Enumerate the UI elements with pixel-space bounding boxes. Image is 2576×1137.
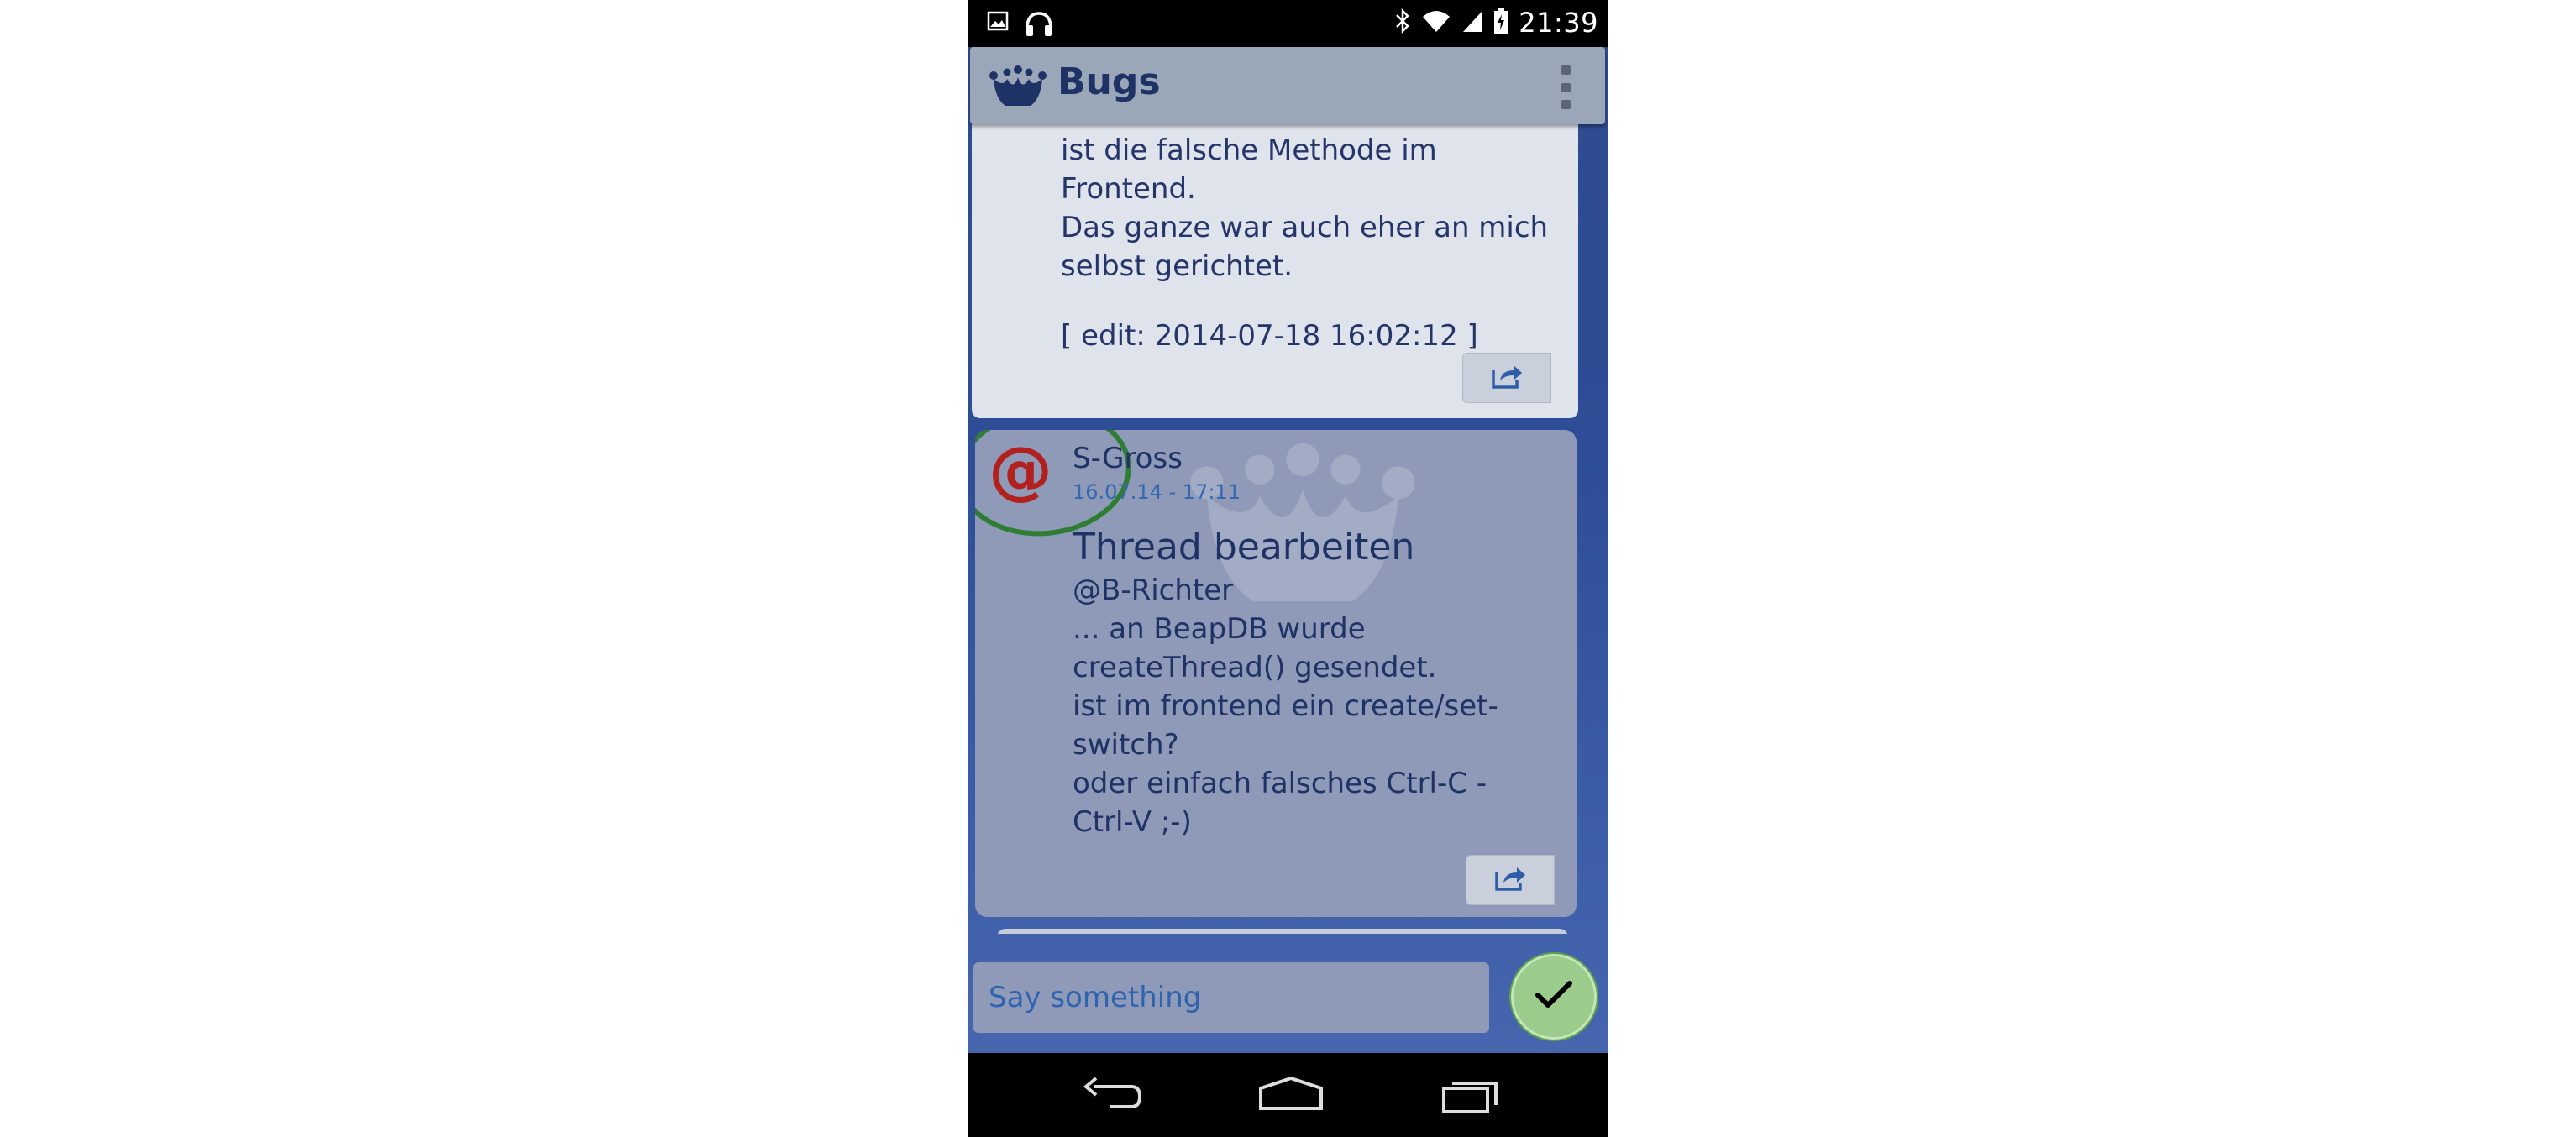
post-body-line: Das ganze war auch eher an mich (1061, 211, 1549, 244)
back-icon[interactable] (1081, 1075, 1145, 1119)
headphones-icon (1024, 10, 1054, 42)
post-body-line: @B-Richter (1073, 574, 1234, 607)
post-timestamp: 16.07.14 - 17:11 (1073, 480, 1241, 504)
composer (968, 934, 1608, 1053)
share-button[interactable] (1466, 855, 1555, 905)
share-icon (1488, 362, 1525, 394)
post-body-line: ist die falsche Methode im (1061, 134, 1437, 167)
post-author: S-Gross (1073, 442, 1183, 475)
home-icon[interactable] (1257, 1075, 1325, 1119)
post-body-line: switch? (1073, 728, 1179, 762)
post-body-line: ... an BeapDB wurde (1073, 612, 1366, 646)
image-icon (987, 10, 1009, 42)
post-card: ist die falsche Methode im Frontend. Das… (972, 124, 1578, 418)
message-input[interactable] (973, 962, 1489, 1033)
share-button[interactable] (1462, 353, 1551, 403)
app-title: Bugs (1057, 60, 1161, 103)
recents-icon[interactable] (1439, 1075, 1503, 1119)
action-bar: Bugs (970, 47, 1605, 124)
crown-icon[interactable] (989, 62, 1047, 113)
post-feed[interactable]: ist die falsche Methode im Frontend. Das… (968, 124, 1608, 934)
post-body: ist die falsche Methode im Frontend. Das… (1061, 131, 1548, 286)
post-body-line: Frontend. (1061, 172, 1196, 206)
post-title: Thread bearbeiten (1073, 526, 1415, 568)
post-body-line: ist im frontend ein create/set- (1073, 689, 1498, 723)
status-bar: 21:39 (968, 0, 1608, 47)
post-card: @ S-Gross 16.07.14 - 17:11 Thread bearbe… (975, 430, 1577, 917)
share-icon (1492, 864, 1529, 896)
post-body-line: oder einfach falsches Ctrl-C - (1073, 767, 1487, 800)
phone-screen: 21:39 Bugs ist die falsche Methode im Fr… (968, 0, 1608, 1137)
post-body-line: createThread() gesendet. (1073, 651, 1437, 684)
status-time: 21:39 (1519, 7, 1598, 39)
overflow-menu-icon[interactable] (1560, 65, 1571, 109)
post-edit-stamp: [ edit: 2014-07-18 16:02:12 ] (1061, 319, 1478, 353)
checkmark-icon (1533, 978, 1575, 1015)
signal-icon (1461, 8, 1483, 37)
post-body-line: selbst gerichtet. (1061, 249, 1293, 283)
post-body-line: Ctrl-V ;-) (1073, 805, 1192, 839)
send-button[interactable] (1509, 952, 1598, 1041)
navigation-bar (968, 1053, 1608, 1137)
wifi-icon (1421, 8, 1451, 37)
post-body: @B-Richter ... an BeapDB wurde createThr… (1073, 571, 1498, 841)
bluetooth-icon (1394, 8, 1411, 38)
battery-icon (1493, 8, 1508, 38)
